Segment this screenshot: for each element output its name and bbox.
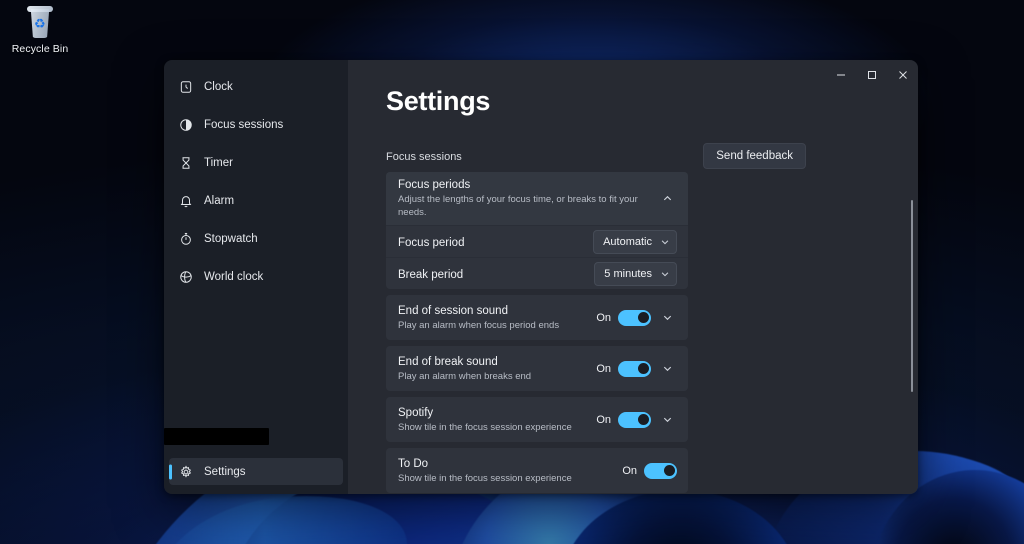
dropdown-value: Automatic [603, 236, 652, 248]
row-label: Break period [398, 269, 463, 281]
sidebar-item-label: Focus sessions [204, 119, 283, 131]
toggle-group: On [596, 310, 651, 326]
window-titlebar [825, 60, 918, 90]
chevron-down-icon [660, 237, 670, 247]
card-title: Focus periods [398, 178, 651, 192]
hourglass-icon [178, 155, 193, 170]
toggle-state-label: On [596, 414, 611, 426]
card-description: Play an alarm when focus period ends [398, 319, 596, 332]
card-end-of-break-sound: End of break sound Play an alarm when br… [386, 346, 688, 391]
maximize-button[interactable] [856, 60, 887, 90]
toggle-row: Spotify Show tile in the focus session e… [386, 397, 688, 442]
dropdown-value: 5 minutes [604, 268, 652, 280]
sidebar-footer: Settings [164, 458, 348, 494]
sidebar-item-stopwatch[interactable]: Stopwatch [169, 225, 343, 252]
chevron-down-icon[interactable] [657, 359, 677, 379]
card-spotify: Spotify Show tile in the focus session e… [386, 397, 688, 442]
settings-scroll-area[interactable]: Settings Send feedback Focus sessions Fo… [348, 60, 918, 494]
sidebar-item-label: World clock [204, 271, 263, 283]
card-description: Show tile in the focus session experienc… [398, 421, 596, 434]
card-title: Spotify [398, 406, 596, 420]
row-break-period: Break period 5 minutes [386, 257, 688, 289]
card-focus-periods: Focus periods Adjust the lengths of your… [386, 172, 688, 289]
sidebar-item-timer[interactable]: Timer [169, 149, 343, 176]
focus-periods-header[interactable]: Focus periods Adjust the lengths of your… [386, 172, 688, 225]
sidebar-item-focus-sessions[interactable]: Focus sessions [169, 111, 343, 138]
toggle-row: End of break sound Play an alarm when br… [386, 346, 688, 391]
spotify-toggle[interactable] [618, 412, 651, 428]
toggle-group: On [596, 361, 651, 377]
chevron-down-icon [660, 269, 670, 279]
row-focus-period: Focus period Automatic [386, 225, 688, 257]
clock-app-window: Clock Focus sessions [164, 60, 918, 494]
end-of-break-sound-toggle[interactable] [618, 361, 651, 377]
toggle-row: End of session sound Play an alarm when … [386, 295, 688, 340]
desktop: ♻ Recycle Bin Clock [0, 0, 1024, 544]
end-of-session-sound-toggle[interactable] [618, 310, 651, 326]
close-button[interactable] [887, 60, 918, 90]
section-header-focus-sessions: Focus sessions [386, 151, 918, 163]
sidebar-item-clock[interactable]: Clock [169, 73, 343, 100]
bell-icon [178, 193, 193, 208]
stopwatch-icon [178, 231, 193, 246]
card-to-do: To Do Show tile in the focus session exp… [386, 448, 688, 493]
card-title: End of session sound [398, 304, 596, 318]
desktop-icon-recycle-bin[interactable]: ♻ Recycle Bin [2, 2, 78, 55]
toggle-state-label: On [596, 312, 611, 324]
chevron-down-icon[interactable] [657, 410, 677, 430]
globe-clock-icon [178, 269, 193, 284]
sidebar-item-label: Alarm [204, 195, 234, 207]
sidebar-item-settings[interactable]: Settings [169, 458, 343, 485]
card-end-of-session-sound: End of session sound Play an alarm when … [386, 295, 688, 340]
chevron-down-icon[interactable] [657, 308, 677, 328]
content-scrollbar[interactable] [911, 200, 913, 392]
desktop-icon-label: Recycle Bin [2, 43, 78, 55]
card-title: To Do [398, 457, 622, 471]
to-do-toggle[interactable] [644, 463, 677, 479]
content-pane: Settings Send feedback Focus sessions Fo… [348, 60, 918, 494]
toggle-state-label: On [622, 465, 637, 477]
card-title: End of break sound [398, 355, 596, 369]
page-title: Settings [386, 86, 918, 117]
send-feedback-button[interactable]: Send feedback [703, 143, 806, 169]
chevron-up-icon[interactable] [657, 189, 677, 209]
sidebar-item-label: Stopwatch [204, 233, 258, 245]
toggle-row: To Do Show tile in the focus session exp… [386, 448, 688, 493]
toggle-state-label: On [596, 363, 611, 375]
card-description: Adjust the lengths of your focus time, o… [398, 193, 651, 219]
toggle-group: On [596, 412, 651, 428]
break-period-dropdown[interactable]: 5 minutes [594, 262, 677, 286]
minimize-button[interactable] [825, 60, 856, 90]
redaction-bar [164, 428, 269, 445]
feedback-row: Send feedback [703, 143, 806, 169]
recycle-bin-icon: ♻ [25, 6, 55, 40]
clock-icon [178, 79, 193, 94]
gear-icon [178, 464, 193, 479]
navigation-sidebar: Clock Focus sessions [164, 60, 348, 494]
sidebar-item-alarm[interactable]: Alarm [169, 187, 343, 214]
card-description: Play an alarm when breaks end [398, 370, 596, 383]
focus-sessions-icon [178, 117, 193, 132]
sidebar-item-label: Clock [204, 81, 233, 93]
selection-indicator [169, 464, 172, 479]
toggle-group: On [622, 463, 677, 479]
sidebar-item-world-clock[interactable]: World clock [169, 263, 343, 290]
card-description: Show tile in the focus session experienc… [398, 472, 622, 485]
sidebar-item-label: Timer [204, 157, 233, 169]
settings-card-list: Focus periods Adjust the lengths of your… [386, 172, 688, 493]
sidebar-item-label: Settings [204, 466, 246, 478]
nav-list: Clock Focus sessions [164, 66, 348, 290]
row-label: Focus period [398, 237, 464, 249]
focus-period-dropdown[interactable]: Automatic [593, 230, 677, 254]
